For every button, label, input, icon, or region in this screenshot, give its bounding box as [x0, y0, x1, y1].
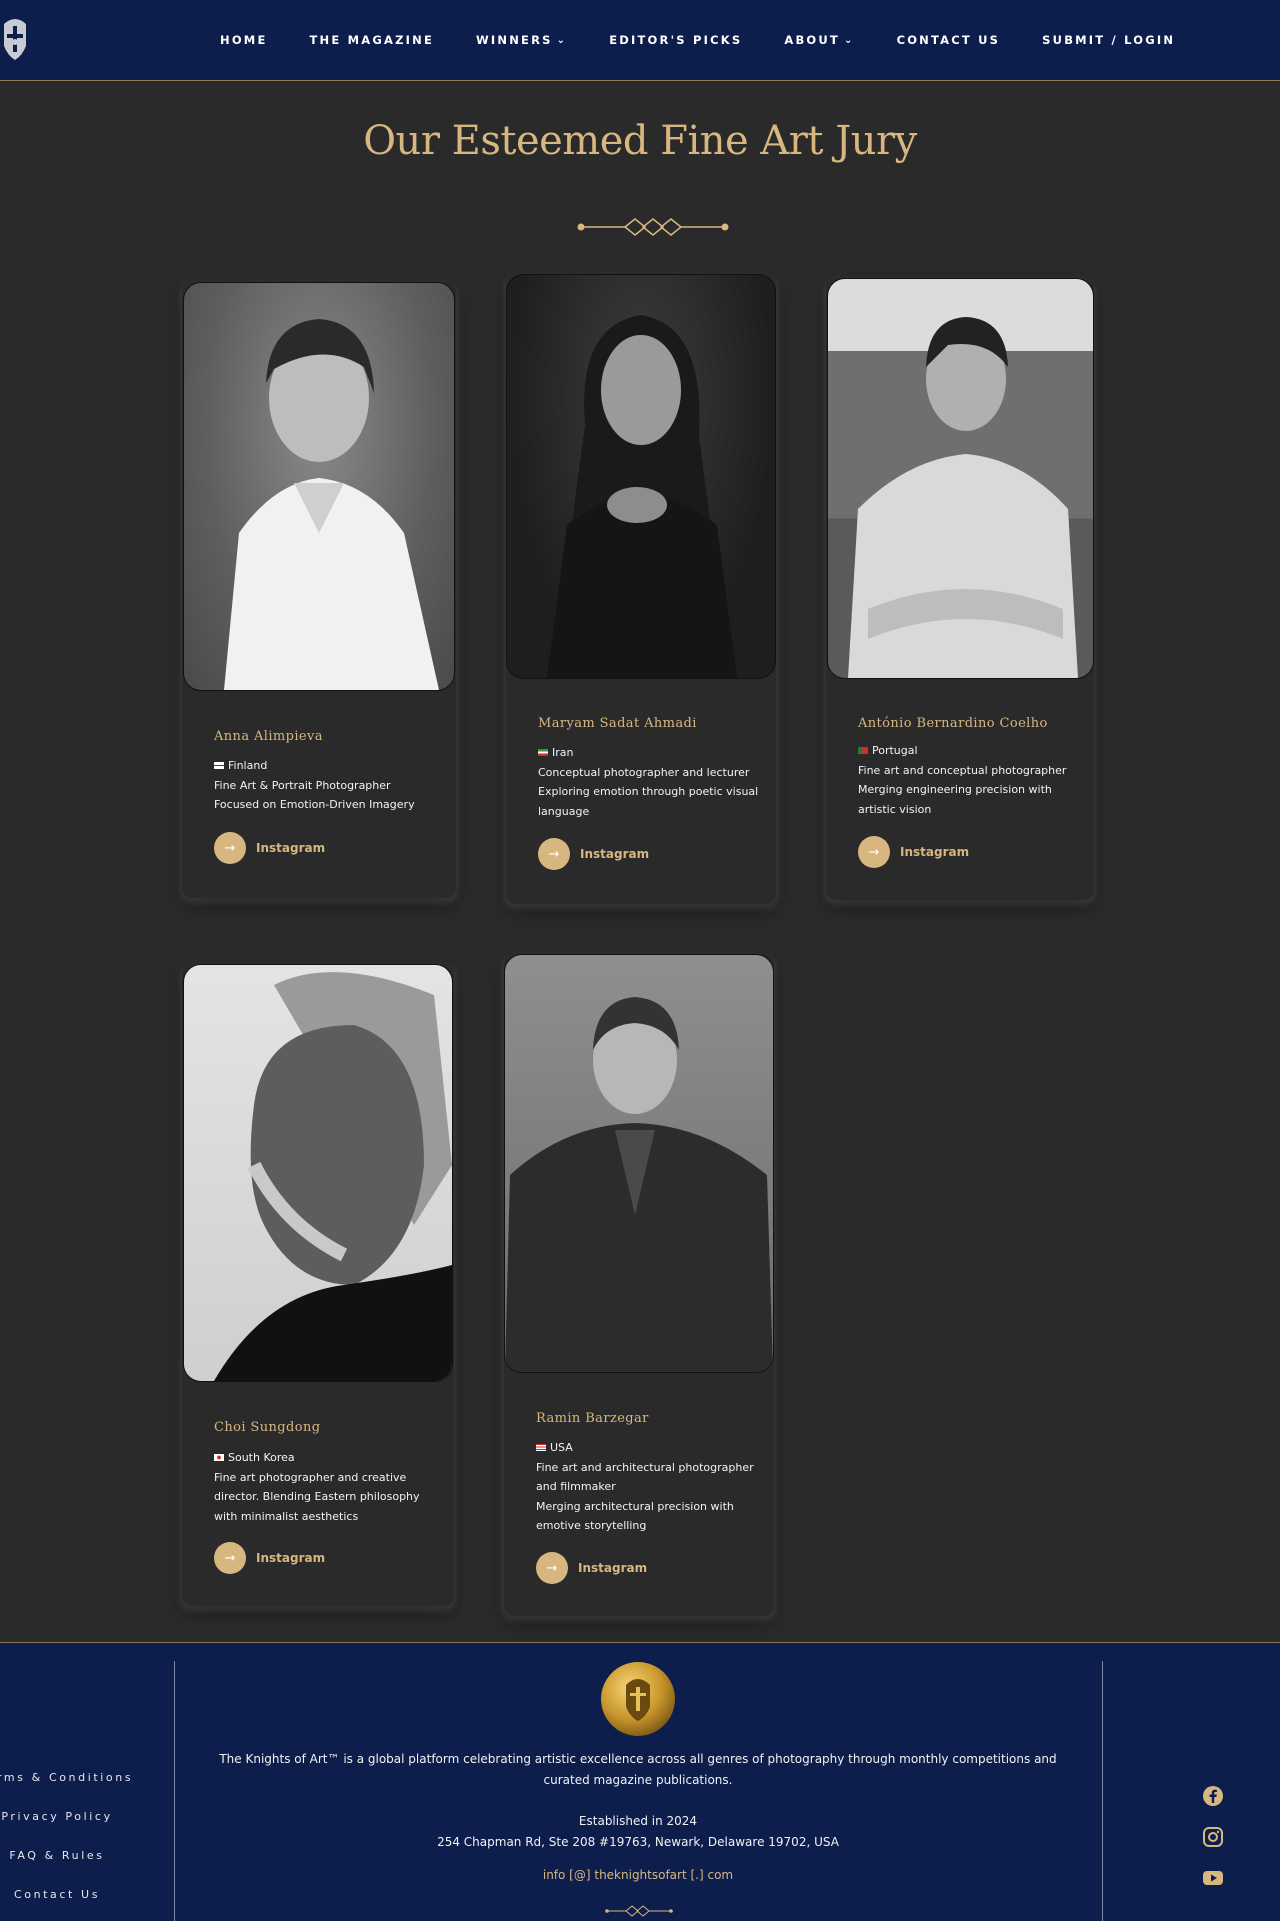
jury-country: USA: [550, 1441, 573, 1454]
arrow-right-icon: →: [214, 832, 246, 864]
instagram-link-label: Instagram: [580, 847, 650, 861]
footer-link-privacy[interactable]: Privacy Policy: [0, 1810, 114, 1823]
jury-details: South Korea Fine art photographer and cr…: [214, 1448, 444, 1526]
jury-card: Maryam Sadat Ahmadi Iran Conceptual phot…: [506, 274, 776, 904]
jury-photo: [183, 964, 453, 1382]
top-navigation: HOME THE MAGAZINE WINNERS ⌄ EDITOR'S PICK…: [0, 0, 1280, 81]
instagram-icon[interactable]: [1200, 1824, 1226, 1850]
jury-name: Ramin Barzegar: [536, 1411, 649, 1426]
nav-about[interactable]: ABOUT ⌄: [784, 33, 854, 47]
nav-winners[interactable]: WINNERS ⌄: [476, 33, 567, 47]
instagram-link-label: Instagram: [578, 1561, 648, 1575]
jury-details: USA Fine art and architectural photograp…: [536, 1438, 766, 1536]
jury-photo: [183, 282, 455, 691]
youtube-icon[interactable]: [1200, 1865, 1226, 1891]
finland-flag-icon: [214, 762, 224, 769]
ornament-divider-icon: [577, 218, 729, 236]
arrow-right-icon: →: [214, 1542, 246, 1574]
jury-bio-line: Merging architectural precision with: [536, 1499, 734, 1513]
knight-helmet-logo-icon[interactable]: [0, 16, 30, 62]
nav-the-magazine[interactable]: THE MAGAZINE: [310, 33, 435, 47]
page-title: Our Esteemed Fine Art Jury: [363, 118, 917, 164]
nav-submit-login[interactable]: SUBMIT / LOGIN: [1042, 33, 1175, 47]
chevron-down-icon: ⌄: [556, 34, 568, 46]
footer-link-faq[interactable]: FAQ & Rules: [0, 1849, 114, 1862]
nav-about-label: ABOUT: [784, 33, 840, 47]
jury-country: Finland: [228, 759, 268, 772]
site-footer: rms & Conditions Privacy Policy FAQ & Ru…: [0, 1642, 1280, 1921]
usa-flag-icon: [536, 1444, 546, 1451]
jury-name: Anna Alimpieva: [214, 729, 323, 744]
portugal-flag-icon: [858, 747, 868, 754]
jury-bio-line: and filmmaker: [536, 1480, 616, 1493]
jury-bio-line: director. Blending Eastern philosophy: [214, 1490, 420, 1503]
jury-name: Choi Sungdong: [214, 1420, 321, 1435]
footer-divider: [174, 1661, 175, 1921]
nav-winners-label: WINNERS: [476, 33, 553, 47]
jury-bio-line: emotive storytelling: [536, 1519, 647, 1532]
footer-description: The Knights of Art™ is a global platform…: [219, 1752, 1057, 1787]
jury-bio-line: Conceptual photographer and lecturer: [538, 765, 750, 779]
nav-submit-label: SUBMIT / LOGIN: [1042, 33, 1176, 47]
iran-flag-icon: [538, 749, 548, 756]
jury-bio-line: Merging engineering precision with: [858, 783, 1052, 796]
chevron-down-icon: ⌄: [843, 34, 855, 46]
jury-bio-line: Exploring emotion through poetic visual: [538, 785, 759, 798]
jury-bio-line: language: [538, 804, 590, 818]
jury-details: Portugal Fine art and conceptual photogr…: [858, 741, 1088, 819]
instagram-link[interactable]: → Instagram: [214, 1542, 325, 1574]
instagram-link[interactable]: → Instagram: [538, 838, 649, 870]
jury-details: Finland Fine Art & Portrait Photographer…: [214, 756, 444, 815]
footer-link-terms[interactable]: rms & Conditions: [0, 1771, 131, 1784]
instagram-link[interactable]: → Instagram: [214, 832, 325, 864]
nav-magazine-label: THE MAGAZINE: [309, 33, 435, 47]
jury-card: Choi Sungdong South Korea Fine art photo…: [182, 964, 454, 1606]
arrow-right-icon: →: [858, 836, 890, 868]
arrow-right-icon: →: [538, 838, 570, 870]
south-korea-flag-icon: [214, 1454, 224, 1461]
nav-contact-us[interactable]: CONTACT US: [897, 33, 1001, 47]
nav-home-label: HOME: [220, 33, 268, 47]
nav-editors-picks-label: EDITOR'S PICKS: [609, 33, 743, 47]
instagram-link[interactable]: → Instagram: [536, 1552, 647, 1584]
jury-details: Iran Conceptual photographer and lecture…: [538, 743, 768, 821]
jury-bio-line: Fine art photographer and creative: [214, 1470, 407, 1484]
arrow-right-icon: →: [536, 1552, 568, 1584]
jury-card: Anna Alimpieva Finland Fine Art & Portra…: [182, 282, 456, 898]
jury-card: Ramin Barzegar USA Fine art and architec…: [504, 954, 774, 1616]
jury-card: António Bernardino Coelho Portugal Fine …: [826, 278, 1094, 900]
jury-country: Portugal: [872, 744, 918, 757]
nav-editors-picks[interactable]: EDITOR'S PICKS: [609, 33, 742, 47]
instagram-link-label: Instagram: [900, 845, 970, 859]
footer-address: 254 Chapman Rd, Ste 208 #19763, Newark, …: [437, 1835, 839, 1849]
footer-divider: [1102, 1661, 1103, 1921]
instagram-link-label: Instagram: [256, 1551, 326, 1565]
instagram-link-label: Instagram: [256, 841, 326, 855]
jury-bio-line: with minimalist aesthetics: [214, 1509, 359, 1523]
main-menu: HOME THE MAGAZINE WINNERS ⌄ EDITOR'S PICK…: [220, 0, 1217, 80]
nav-home[interactable]: HOME: [220, 33, 268, 47]
jury-photo: [827, 278, 1094, 679]
jury-country: South Korea: [228, 1451, 295, 1464]
jury-bio-line: artistic vision: [858, 802, 932, 816]
footer-ornament-icon: [605, 1905, 673, 1917]
nav-contact-label: CONTACT US: [896, 33, 1001, 47]
jury-name: António Bernardino Coelho: [858, 716, 1048, 731]
facebook-icon[interactable]: [1200, 1783, 1226, 1809]
jury-name: Maryam Sadat Ahmadi: [538, 716, 697, 731]
instagram-link[interactable]: → Instagram: [858, 836, 969, 868]
footer-link-contact[interactable]: Contact Us: [0, 1888, 114, 1901]
jury-bio-line: Fine Art & Portrait Photographer: [214, 778, 391, 792]
jury-country: Iran: [552, 746, 574, 759]
jury-bio-line: Focused on Emotion-Driven Imagery: [214, 798, 415, 811]
jury-bio-line: Fine art and architectural photographer: [536, 1460, 754, 1474]
footer-established: Established in 2024: [578, 1814, 698, 1828]
footer-email[interactable]: info [@] theknightsofart [.] com: [200, 1865, 1076, 1886]
jury-bio-line: Fine art and conceptual photographer: [858, 763, 1067, 777]
jury-photo: [504, 954, 774, 1373]
jury-photo: [506, 274, 776, 679]
gold-knight-emblem-icon: [601, 1662, 675, 1736]
